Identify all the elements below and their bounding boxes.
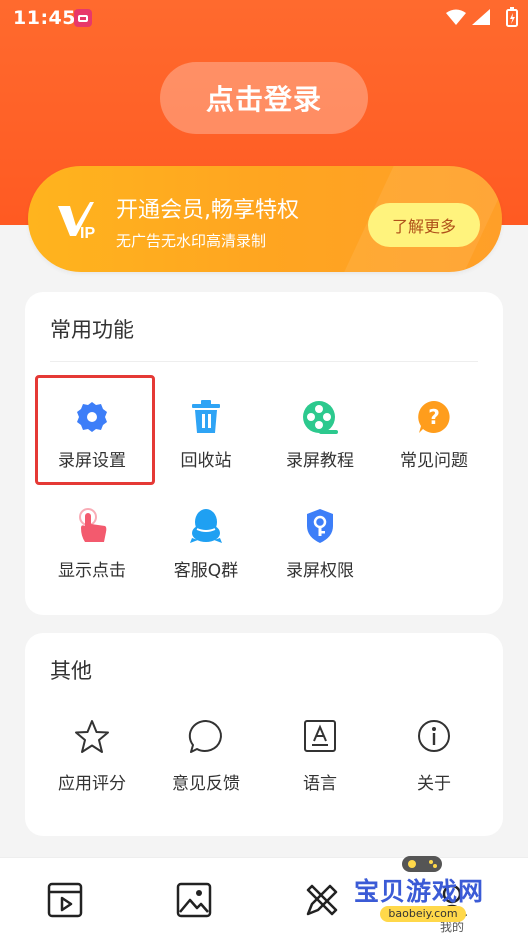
- recording-tutorial-item[interactable]: 录屏教程: [263, 400, 377, 480]
- other-card: 其他 应用评分 意见反馈 语言 关于: [25, 633, 503, 836]
- svg-text:?: ?: [428, 405, 440, 429]
- watermark-url: baobeiy.com: [380, 906, 466, 922]
- vip-subtitle: 无广告无水印高清录制: [116, 232, 267, 250]
- status-bar: 11:45: [0, 0, 528, 36]
- info-icon: [418, 720, 450, 752]
- language-item[interactable]: 语言: [263, 719, 377, 799]
- item-label: 应用评分: [58, 774, 126, 794]
- signal-icon: [472, 9, 490, 25]
- faq-item[interactable]: ? 常见问题: [377, 400, 491, 480]
- watermark-text: 宝贝游戏网: [354, 877, 485, 906]
- tools-icon[interactable]: [304, 882, 340, 918]
- trash-icon: [192, 400, 220, 433]
- login-button[interactable]: 点击登录: [160, 62, 368, 134]
- recorder-notification-icon: [74, 9, 92, 27]
- feedback-item[interactable]: 意见反馈: [149, 719, 263, 799]
- film-reel-icon: [303, 401, 338, 434]
- tap-hand-icon: [79, 508, 107, 542]
- watermark: 宝贝游戏网 baobeiy.com: [350, 850, 500, 930]
- item-label: 客服Q群: [173, 561, 239, 581]
- about-item[interactable]: 关于: [377, 719, 491, 799]
- star-icon: [75, 720, 109, 753]
- status-time: 11:45: [13, 7, 76, 29]
- highlight-frame: [35, 375, 155, 485]
- item-label: 常见问题: [400, 451, 468, 471]
- item-label: 显示点击: [58, 561, 126, 581]
- item-label: 录屏权限: [286, 561, 354, 581]
- recycle-bin-item[interactable]: 回收站: [149, 400, 263, 480]
- shield-key-icon: [307, 509, 333, 543]
- video-icon[interactable]: [47, 882, 83, 918]
- item-label: 意见反馈: [172, 774, 240, 794]
- qq-penguin-icon: [190, 509, 222, 543]
- divider: [50, 361, 478, 362]
- item-label: 回收站: [180, 451, 232, 471]
- language-icon: [304, 720, 336, 752]
- wifi-icon: [446, 9, 466, 25]
- item-label: 关于: [417, 774, 451, 794]
- learn-more-button[interactable]: 了解更多: [368, 203, 480, 247]
- rate-app-item[interactable]: 应用评分: [35, 719, 149, 799]
- vip-logo-icon: IP: [58, 202, 95, 242]
- battery-charging-icon: [506, 7, 518, 27]
- item-label: 语言: [303, 774, 337, 794]
- vip-banner[interactable]: IP 开通会员,畅享特权 无广告无水印高清录制 了解更多: [28, 166, 502, 272]
- svg-text:IP: IP: [80, 225, 95, 242]
- show-taps-item[interactable]: 显示点击: [35, 508, 149, 588]
- question-bubble-icon: ?: [418, 401, 450, 433]
- section-title: 常用功能: [50, 318, 134, 342]
- recording-permission-item[interactable]: 录屏权限: [263, 508, 377, 588]
- section-title: 其他: [50, 659, 92, 683]
- vip-title: 开通会员,畅享特权: [116, 198, 299, 223]
- chat-bubble-icon: [188, 719, 222, 753]
- item-label: 录屏教程: [286, 451, 354, 471]
- customer-qq-group-item[interactable]: 客服Q群: [149, 508, 263, 588]
- image-icon[interactable]: [176, 882, 212, 918]
